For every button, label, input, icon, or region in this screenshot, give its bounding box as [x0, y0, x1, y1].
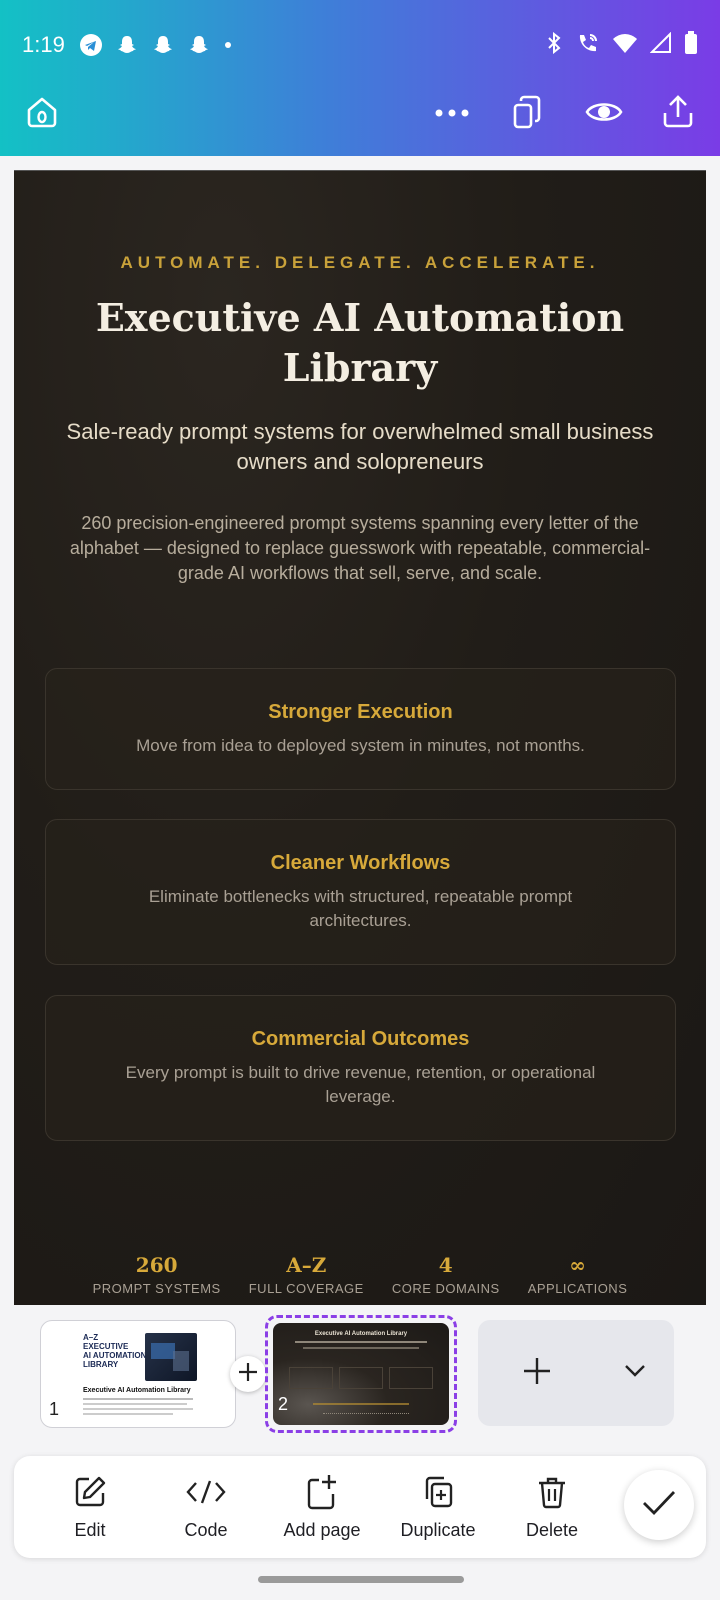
- snapchat-icon: [115, 33, 139, 57]
- editor-toolbar: [0, 90, 720, 140]
- edit-icon: [40, 1472, 140, 1512]
- dot-icon: [223, 40, 233, 50]
- wifi-call-icon: [576, 31, 600, 60]
- snapchat-icon: [151, 33, 175, 57]
- share-button[interactable]: [658, 94, 698, 134]
- page-number: 2: [278, 1394, 289, 1414]
- stat-item: A–Z FULL COVERAGE: [249, 1253, 364, 1296]
- duplicate-label: Duplicate: [400, 1520, 476, 1540]
- stat-item: 260 PROMPT SYSTEMS: [93, 1253, 221, 1296]
- feature-card-text: Every prompt is built to drive revenue, …: [125, 1063, 596, 1106]
- stat-item: 4 CORE DOMAINS: [392, 1253, 500, 1296]
- stat-label: APPLICATIONS: [527, 1281, 628, 1296]
- design-canvas[interactable]: AUTOMATE. DELEGATE. ACCELERATE. Executiv…: [14, 170, 706, 1305]
- add-page-icon: [272, 1472, 372, 1512]
- chevron-down-icon: [624, 1365, 646, 1382]
- preview-button[interactable]: [584, 94, 624, 134]
- stat-item: ∞ APPLICATIONS: [528, 1253, 628, 1296]
- status-bar: 1:19: [22, 30, 698, 60]
- wifi-icon: [612, 32, 638, 59]
- thumb-title: Executive AI Automation Library: [314, 1331, 408, 1337]
- plus-icon: [237, 1361, 259, 1388]
- page-thumbnail-2[interactable]: Executive AI Automation Library 2: [265, 1315, 457, 1433]
- subtitle: Sale-ready prompt systems for overwhelme…: [66, 419, 654, 474]
- expand-pages-button[interactable]: [624, 1364, 646, 1383]
- share-icon: [661, 94, 695, 134]
- thumb-heading-line: AI AUTOMATION: [83, 1351, 147, 1360]
- feature-card-title: Commercial Outcomes: [251, 1028, 470, 1050]
- page-number: 1: [49, 1399, 60, 1419]
- title-line: Library: [282, 345, 438, 390]
- stat-value: ∞: [569, 1253, 586, 1277]
- add-page-button[interactable]: Add page: [272, 1472, 372, 1541]
- page-strip: A–Z EXECUTIVE AI AUTOMATION LIBRARY Exec…: [0, 1315, 720, 1440]
- trash-icon: [502, 1472, 602, 1512]
- top-bar: 1:19: [0, 0, 720, 156]
- stat-value: A–Z: [286, 1253, 327, 1277]
- eyebrow-text: AUTOMATE. DELEGATE. ACCELERATE.: [120, 253, 600, 272]
- code-icon: [156, 1472, 256, 1512]
- pages-button[interactable]: [508, 94, 548, 134]
- edit-button[interactable]: Edit: [40, 1472, 140, 1541]
- thumb-heading-line: LIBRARY: [83, 1360, 119, 1369]
- page-thumbnail-2-preview: Executive AI Automation Library: [273, 1323, 449, 1425]
- add-page-panel: [478, 1320, 674, 1426]
- code-label: Code: [184, 1520, 228, 1540]
- signal-icon: [649, 31, 672, 59]
- thumb-heading: A–Z EXECUTIVE AI AUTOMATION LIBRARY: [83, 1333, 146, 1369]
- feature-card: Stronger Execution Move from idea to dep…: [45, 668, 676, 790]
- thumb-title: Executive AI Automation Library: [83, 1387, 191, 1394]
- stat-value: 260: [135, 1253, 178, 1277]
- title-line: Executive AI Automation: [95, 295, 625, 340]
- stat-value: 4: [438, 1253, 453, 1277]
- feature-card: Commercial Outcomes Every prompt is buil…: [45, 995, 676, 1141]
- feature-card-text: Eliminate bottlenecks with structured, r…: [148, 887, 573, 930]
- duplicate-button[interactable]: Duplicate: [388, 1472, 488, 1541]
- thumb-heading-line: EXECUTIVE: [83, 1342, 129, 1351]
- delete-button[interactable]: Delete: [502, 1472, 602, 1541]
- thumb-image: [145, 1333, 197, 1381]
- stat-label: PROMPT SYSTEMS: [92, 1281, 221, 1296]
- add-page-label: Add page: [283, 1520, 361, 1540]
- home-icon: [25, 95, 59, 134]
- add-page-plus-button[interactable]: [522, 1356, 552, 1391]
- eye-icon: [585, 99, 623, 130]
- feature-card: Cleaner Workflows Eliminate bottlenecks …: [45, 819, 676, 965]
- code-button[interactable]: Code: [156, 1472, 256, 1541]
- stat-label: FULL COVERAGE: [248, 1281, 364, 1296]
- status-time: 1:19: [22, 32, 65, 57]
- done-button[interactable]: [624, 1470, 694, 1540]
- duplicate-icon: [388, 1472, 488, 1512]
- stats-row: 260 PROMPT SYSTEMS A–Z FULL COVERAGE 4 C…: [14, 1253, 706, 1296]
- more-icon: [434, 105, 470, 123]
- stat-label: CORE DOMAINS: [391, 1281, 500, 1296]
- home-indicator: [258, 1576, 464, 1583]
- checkmark-icon: [641, 1489, 677, 1522]
- telegram-icon: [79, 33, 103, 57]
- more-button[interactable]: [432, 94, 472, 134]
- thumb-heading-line: A–Z: [83, 1333, 99, 1342]
- plus-icon: [522, 1358, 552, 1390]
- pages-icon: [513, 95, 543, 134]
- feature-card-title: Stronger Execution: [268, 701, 453, 723]
- description: 260 precision-engineered prompt systems …: [69, 513, 651, 583]
- delete-label: Delete: [525, 1520, 579, 1540]
- snapchat-icon: [187, 33, 211, 57]
- edit-label: Edit: [74, 1520, 106, 1540]
- feature-card-title: Cleaner Workflows: [270, 852, 451, 874]
- bluetooth-icon: [544, 31, 564, 59]
- home-button[interactable]: [22, 94, 62, 134]
- battery-icon: [684, 30, 698, 60]
- feature-card-text: Move from idea to deployed system in min…: [136, 736, 585, 755]
- page-title: Executive AI Automation Library: [54, 293, 666, 393]
- insert-page-button[interactable]: [230, 1356, 266, 1392]
- page-thumbnail-1[interactable]: A–Z EXECUTIVE AI AUTOMATION LIBRARY Exec…: [40, 1320, 236, 1428]
- page-actions-bar: Edit Code Add page Duplicate Delete: [14, 1456, 706, 1558]
